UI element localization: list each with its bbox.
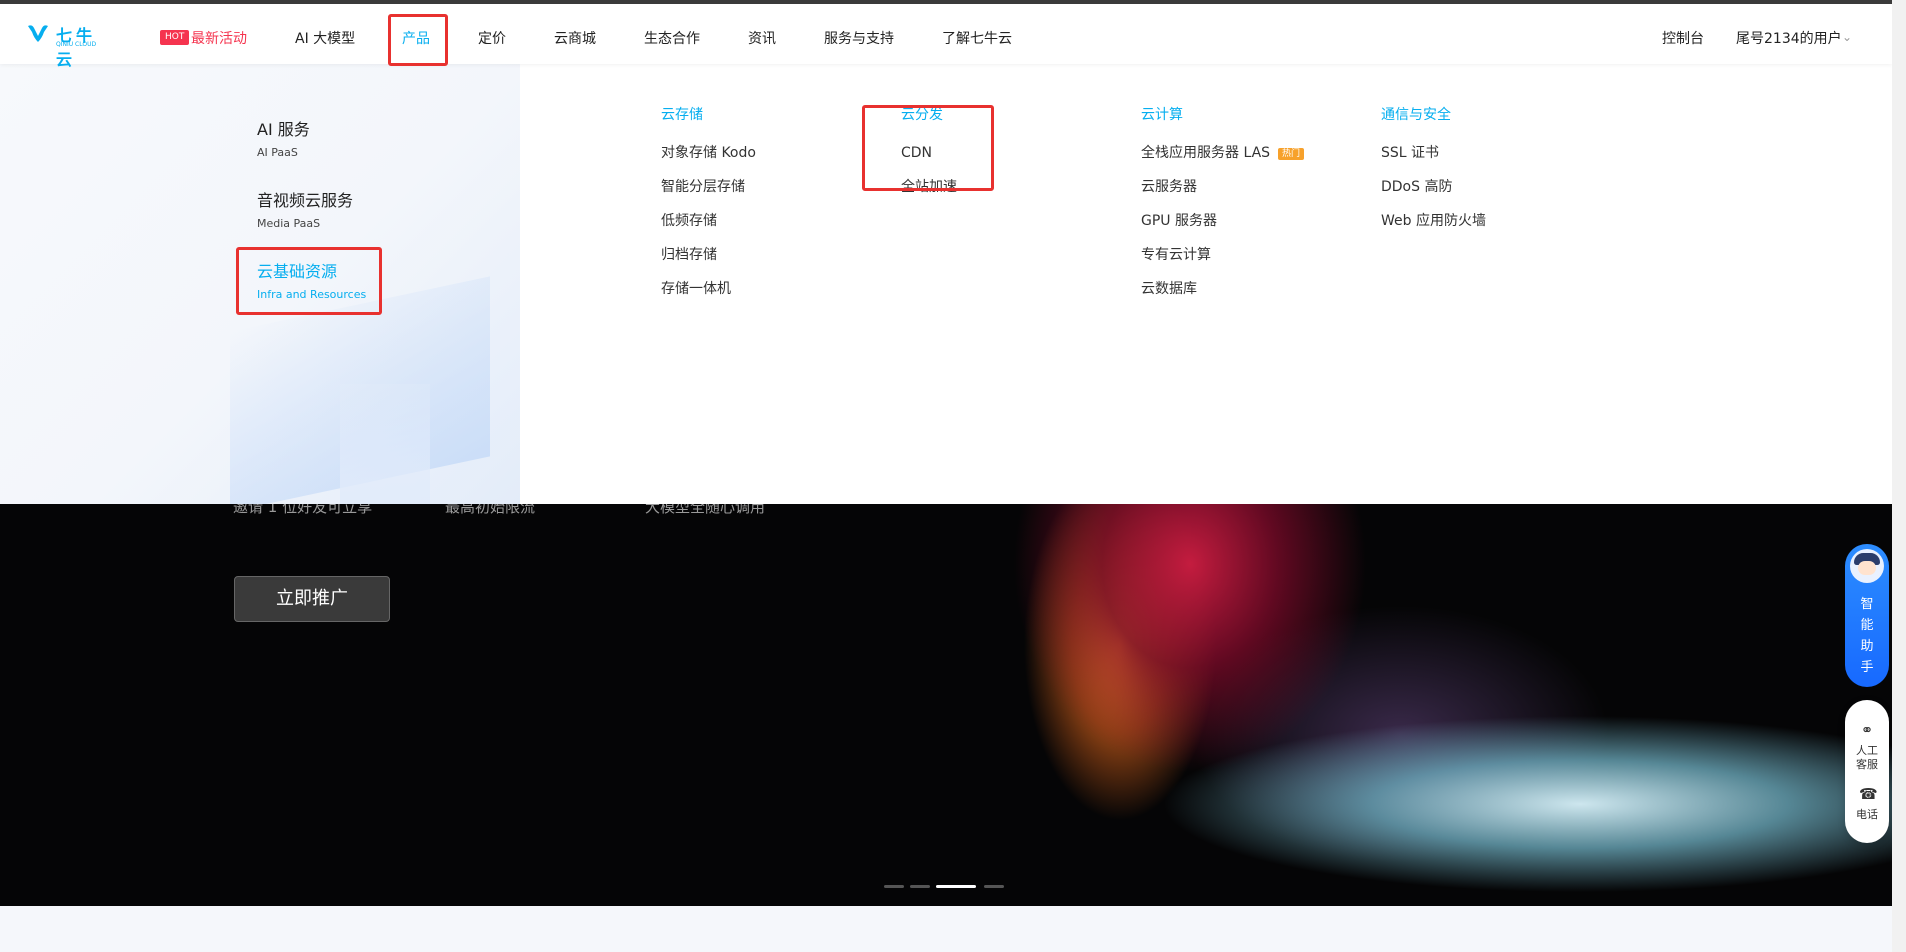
phone-icon[interactable]: ☎ [1859, 786, 1878, 802]
page-background [0, 906, 1906, 952]
menu-item-kodo[interactable]: 对象存储 Kodo [661, 146, 756, 160]
menu-item-full-site-acceleration[interactable]: 全站加速 [901, 180, 957, 194]
nav-service-support[interactable]: 服务与支持 [824, 28, 894, 48]
nav-ai-models[interactable]: AI 大模型 [295, 28, 355, 48]
decorative-shape [340, 384, 430, 504]
human-service-label[interactable]: 人工客服 [1855, 744, 1879, 772]
carousel-dot[interactable] [884, 885, 904, 888]
category-subtitle: Infra and Resources [257, 288, 367, 301]
category-title: 音视频云服务 [257, 191, 354, 210]
hot-tag: 热门 [1278, 148, 1305, 160]
nav-about[interactable]: 了解七牛云 [942, 28, 1012, 48]
category-panel: AI 服务 AI PaaS 音视频云服务 Media PaaS 云基础资源 In… [0, 64, 520, 504]
promote-button[interactable]: 立即推广 [234, 576, 390, 622]
menu-item-las[interactable]: 全栈应用服务器 LAS 热门 [1141, 145, 1305, 161]
carousel-dot[interactable] [910, 885, 930, 888]
menu-item-cdn[interactable]: CDN [901, 146, 957, 160]
nav-cloud-mall[interactable]: 云商城 [554, 28, 596, 48]
menu-item-gpu-server[interactable]: GPU 服务器 [1141, 214, 1304, 228]
service-panel: ⚭ 人工客服 ☎ 电话 [1845, 700, 1889, 843]
menu-item-archive-storage[interactable]: 归档存储 [661, 248, 756, 262]
scrollbar[interactable] [1892, 0, 1906, 952]
carousel-dot[interactable] [984, 885, 1004, 888]
category-subtitle: Media PaaS [257, 217, 321, 230]
user-menu[interactable]: 尾号2134的用户 [1736, 28, 1842, 48]
logo-icon [28, 25, 48, 42]
category-title: AI 服务 [257, 120, 310, 139]
category-subtitle: AI PaaS [257, 146, 298, 159]
menu-item-storage-appliance[interactable]: 存储一体机 [661, 282, 756, 296]
hot-badge: HOT [160, 30, 190, 45]
hero-banner: 邀请 1 位好友可立享 最高初始限流 大模型全随心调用 立即推广 [0, 504, 1892, 906]
menu-item-ddos[interactable]: DDoS 高防 [1381, 180, 1486, 194]
category-media-paas[interactable]: 音视频云服务 Media PaaS [257, 187, 353, 230]
nav-products[interactable]: 产品 [402, 28, 430, 48]
carousel-dot-active[interactable] [936, 885, 976, 888]
column-communication-security: 通信与安全 SSL 证书 DDoS 高防 Web 应用防火墙 [1381, 104, 1486, 228]
menu-item-ssl[interactable]: SSL 证书 [1381, 146, 1486, 160]
column-heading: 云存储 [661, 107, 703, 123]
category-title: 云基础资源 [257, 262, 338, 281]
column-cloud-computing: 云计算 全栈应用服务器 LAS 热门 云服务器 GPU 服务器 专有云计算 云数据… [1141, 104, 1305, 296]
nav-latest-events[interactable]: 最新活动 [191, 28, 247, 48]
banner-text: 最高初始限流 [445, 504, 536, 516]
menu-item-low-freq-storage[interactable]: 低频存储 [661, 214, 756, 228]
column-heading: 云分发 [901, 107, 943, 123]
assistant-label: 智 能 助 手 [1860, 597, 1874, 675]
menu-item-cloud-database[interactable]: 云数据库 [1141, 282, 1304, 296]
phone-label[interactable]: 电话 [1845, 808, 1889, 822]
qiniu-logo[interactable]: 七牛云 QINIU CLOUD [26, 22, 114, 69]
menu-item-label: 全栈应用服务器 LAS [1141, 145, 1271, 161]
headset-icon[interactable]: ⚭ [1859, 722, 1875, 738]
logo-subtitle: QINIU CLOUD [56, 41, 97, 48]
products-mega-menu: AI 服务 AI PaaS 音视频云服务 Media PaaS 云基础资源 In… [0, 64, 1892, 504]
nav-pricing[interactable]: 定价 [478, 28, 506, 48]
column-heading: 通信与安全 [1381, 107, 1451, 123]
menu-item-cloud-server[interactable]: 云服务器 [1141, 180, 1304, 194]
column-heading: 云计算 [1141, 107, 1183, 123]
menu-item-private-cloud[interactable]: 专有云计算 [1141, 248, 1304, 262]
ai-assistant-button[interactable]: 智 能 助 手 [1845, 544, 1889, 687]
banner-text: 大模型全随心调用 [645, 504, 766, 516]
category-ai-paas[interactable]: AI 服务 AI PaaS [257, 116, 310, 159]
assistant-avatar-icon [1850, 549, 1884, 583]
column-cloud-storage: 云存储 对象存储 Kodo 智能分层存储 低频存储 归档存储 存储一体机 [661, 104, 756, 296]
top-navigation: 七牛云 QINIU CLOUD HOT 最新活动 AI 大模型 产品 定价 云商… [0, 0, 1892, 69]
menu-item-waf[interactable]: Web 应用防火墙 [1381, 214, 1486, 228]
category-infra-resources[interactable]: 云基础资源 Infra and Resources [257, 258, 366, 301]
column-cloud-distribution: 云分发 CDN 全站加速 [901, 104, 957, 194]
banner-text: 邀请 1 位好友可立享 [233, 504, 373, 516]
nav-news[interactable]: 资讯 [748, 28, 776, 48]
console-link[interactable]: 控制台 [1662, 28, 1704, 48]
active-tab-indicator [402, 63, 430, 65]
chevron-down-icon[interactable]: ⌄ [1842, 30, 1852, 44]
nav-ecosystem[interactable]: 生态合作 [644, 28, 700, 48]
menu-item-tiered-storage[interactable]: 智能分层存储 [661, 180, 756, 194]
